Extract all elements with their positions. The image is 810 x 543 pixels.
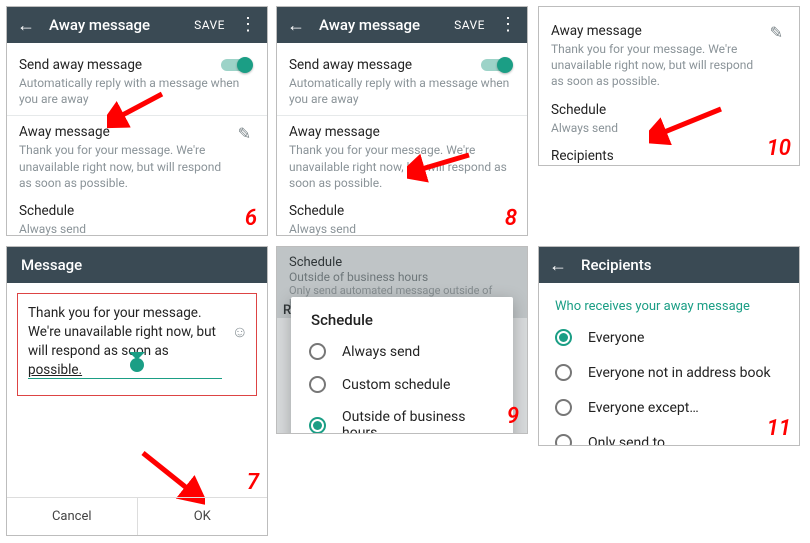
app-header: ← Away message SAVE ⋮ <box>7 7 267 43</box>
row-recipients[interactable]: Recipients Send to everyone <box>551 142 787 166</box>
message-editor[interactable]: Thank you for your message. We're unavai… <box>17 293 257 396</box>
row-sub: Thank you for your message. We're unavai… <box>289 142 515 191</box>
radio-icon <box>309 376 326 393</box>
radio-icon-selected <box>309 417 326 434</box>
row-sub: Thank you for your message. We're unavai… <box>19 142 255 191</box>
row-label: Schedule <box>551 102 787 118</box>
step-number: 6 <box>245 206 257 231</box>
panel-10: Away message Thank you for your message.… <box>538 6 800 166</box>
cancel-button[interactable]: Cancel <box>7 498 138 535</box>
toggle-switch[interactable] <box>481 57 511 73</box>
radio-icon <box>309 343 326 360</box>
row-sub: Always send <box>19 221 255 236</box>
opt-always-send[interactable]: Always send <box>297 335 507 368</box>
save-button[interactable]: SAVE <box>194 18 225 32</box>
row-away-message[interactable]: Away message Thank you for your message.… <box>289 118 515 197</box>
row-send-away[interactable]: Send away message Automatically reply wi… <box>289 51 515 113</box>
panel-9: Schedule Outside of business hours Only … <box>276 246 528 434</box>
header-title: Recipients <box>581 256 789 274</box>
row-label: Away message <box>551 23 787 39</box>
dim-sub: Outside of business hours <box>289 270 515 284</box>
group-title: Who receives your away message <box>555 299 783 314</box>
radio-icon <box>555 434 572 446</box>
back-icon[interactable]: ← <box>287 15 305 36</box>
panel-8: ← Away message SAVE ⋮ Send away message … <box>276 6 528 236</box>
opt-outside-hours[interactable]: Outside of business hours <box>297 401 507 434</box>
panel-11: ← Recipients Who receives your away mess… <box>538 246 800 446</box>
save-button[interactable]: SAVE <box>454 18 485 32</box>
ok-button[interactable]: OK <box>138 498 268 535</box>
row-sub: Automatically reply with a message when … <box>19 75 255 107</box>
opt-only-send-to[interactable]: Only send to… <box>555 425 783 446</box>
back-icon[interactable]: ← <box>549 255 567 276</box>
toggle-switch[interactable] <box>221 57 251 73</box>
schedule-modal: Schedule Always send Custom schedule Out… <box>291 297 513 434</box>
row-away-message[interactable]: Away message Thank you for your message.… <box>551 17 787 96</box>
app-header: Message <box>7 247 267 283</box>
row-send-away[interactable]: Send away message Automatically reply wi… <box>19 51 255 113</box>
modal-title: Schedule <box>297 311 507 335</box>
row-label: Schedule <box>289 203 515 219</box>
dim-row-letter: R <box>283 303 291 318</box>
message-text: Thank you for your message. We're unavai… <box>28 305 216 378</box>
panel-6: ← Away message SAVE ⋮ Send away message … <box>6 6 268 236</box>
row-schedule[interactable]: Schedule Always send <box>551 96 787 142</box>
button-bar: Cancel OK <box>7 497 267 535</box>
emoji-icon[interactable]: ☺ <box>232 322 248 342</box>
row-schedule[interactable]: Schedule Always send <box>19 197 255 236</box>
row-label: Away message <box>289 124 515 140</box>
row-label: Send away message <box>19 57 255 73</box>
row-sub: Always send <box>551 120 787 136</box>
more-icon[interactable]: ⋮ <box>239 16 257 34</box>
opt-everyone-except[interactable]: Everyone except… <box>555 390 783 425</box>
radio-icon <box>555 399 572 416</box>
header-title: Away message <box>49 16 180 34</box>
app-header: ← Away message SAVE ⋮ <box>277 7 527 43</box>
more-icon[interactable]: ⋮ <box>499 16 517 34</box>
panel-7: Message Thank you for your message. We'r… <box>6 246 268 536</box>
header-title: Message <box>21 256 257 274</box>
step-number: 10 <box>767 136 791 161</box>
step-number: 7 <box>247 470 259 495</box>
radio-icon-selected <box>555 329 572 346</box>
step-number: 9 <box>507 404 519 429</box>
dim-title: Schedule <box>289 255 515 270</box>
opt-everyone[interactable]: Everyone <box>555 320 783 355</box>
text-cursor-handle[interactable] <box>127 356 147 376</box>
back-icon[interactable]: ← <box>17 15 35 36</box>
row-sub: Always send <box>289 221 515 236</box>
opt-custom-schedule[interactable]: Custom schedule <box>297 368 507 401</box>
radio-icon <box>555 364 572 381</box>
row-label: Schedule <box>19 203 255 219</box>
step-number: 8 <box>505 206 517 231</box>
edit-icon[interactable]: ✎ <box>238 124 251 143</box>
row-label: Away message <box>19 124 255 140</box>
row-label: Recipients <box>551 148 787 164</box>
opt-not-in-book[interactable]: Everyone not in address book <box>555 355 783 390</box>
row-away-message[interactable]: Away message Thank you for your message.… <box>19 118 255 197</box>
edit-icon[interactable]: ✎ <box>770 23 783 42</box>
app-header: ← Recipients <box>539 247 799 283</box>
step-number: 11 <box>767 416 791 441</box>
row-sub: Thank you for your message. We're unavai… <box>551 41 787 90</box>
header-title: Away message <box>319 16 440 34</box>
row-schedule[interactable]: Schedule Always send <box>289 197 515 236</box>
row-sub: Automatically reply with a message when … <box>289 75 515 107</box>
